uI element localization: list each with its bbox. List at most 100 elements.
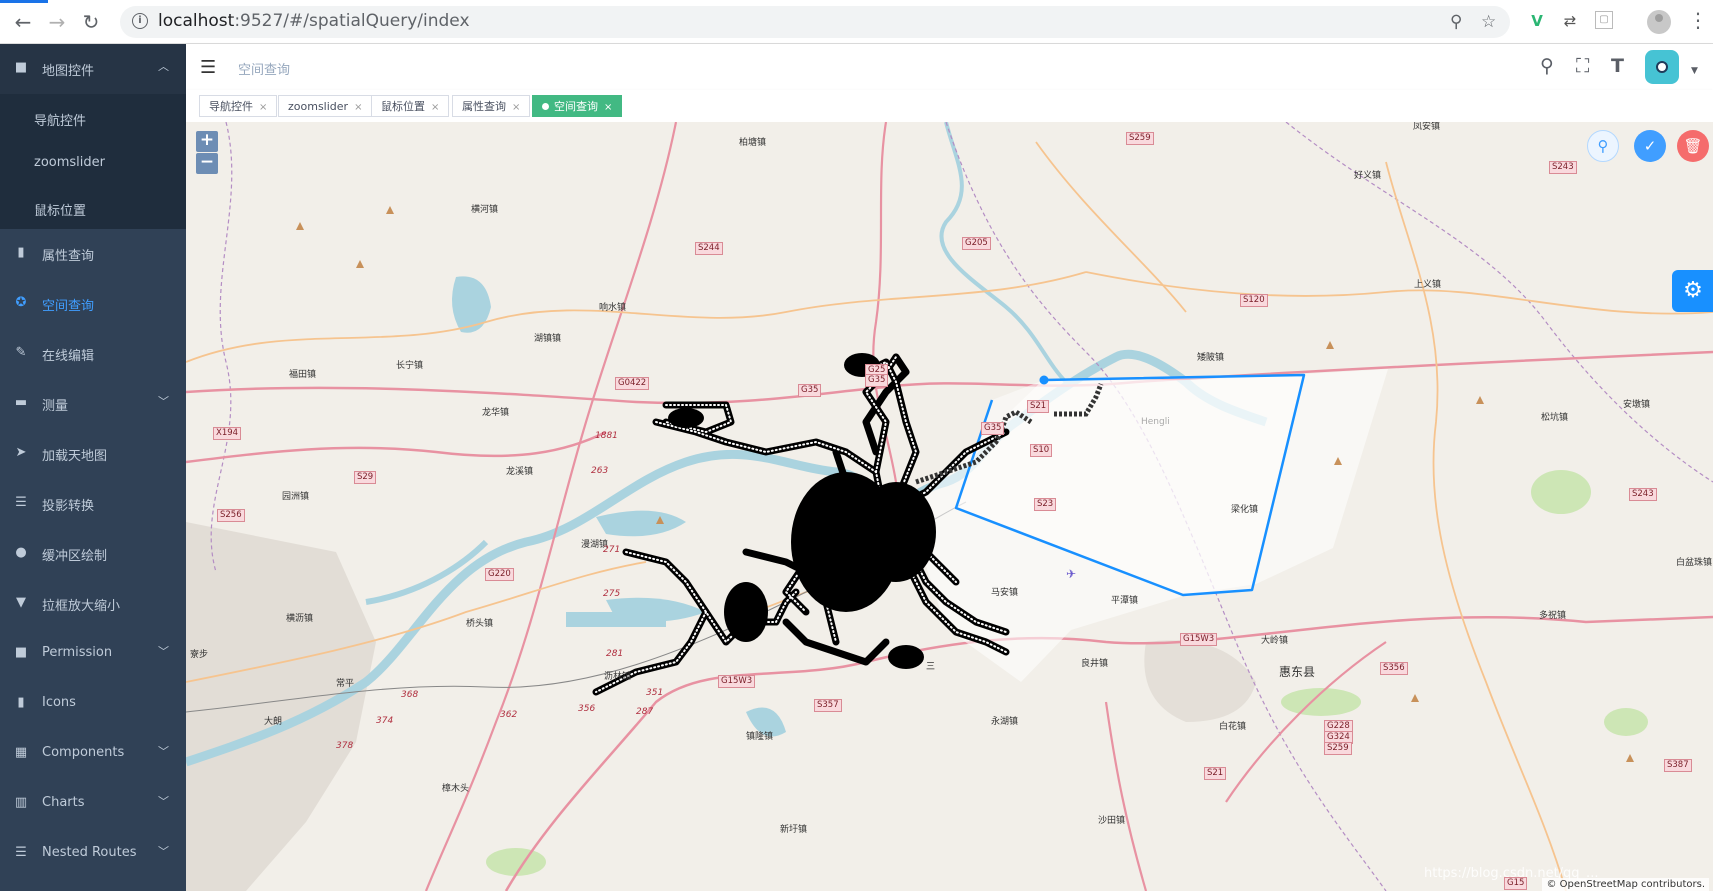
sidebar-item-online-edit[interactable]: ✎ 在线编辑 [0, 329, 186, 379]
sidebar-item-attribute-query[interactable]: ▮ 属性查询 [0, 229, 186, 279]
sidebar-item-buffer[interactable]: ● 缓冲区绘制 [0, 529, 186, 579]
translate-extension-icon[interactable]: ⇄ [1560, 11, 1580, 31]
reservoir [566, 612, 666, 627]
crosshair-icon: ✪ [15, 295, 27, 310]
sidebar-item-box-zoom[interactable]: ▼ 拉框放大缩小 [0, 579, 186, 629]
search-query-button[interactable]: ⚲ [1587, 130, 1619, 162]
info-icon: ▮ [17, 695, 25, 710]
map-canvas[interactable]: ✈ [186, 122, 1713, 891]
sidebar-item-spatial-query[interactable]: ✪ 空间查询 [0, 279, 186, 329]
reader-extension-icon[interactable]: ▢ [1595, 11, 1613, 29]
route-shield: S21 [1027, 400, 1050, 413]
site-info-icon[interactable]: i [132, 13, 148, 29]
route-number: 263 [591, 466, 609, 476]
map-attribution[interactable]: © OpenStreetMap contributors. [1542, 878, 1709, 891]
sidebar-item-permission[interactable]: ■ Permission ﹀ [0, 629, 186, 679]
road [1085, 271, 1713, 315]
caret-down-icon[interactable]: ▼ [1691, 66, 1698, 76]
tag-nav-control[interactable]: 导航控件 × [199, 95, 278, 117]
map-label: 横沥镇 [286, 614, 314, 624]
route-number: 351 [646, 688, 664, 698]
route-shield: S259 [1126, 132, 1154, 145]
user-icon: ● [15, 545, 27, 560]
route-shield: S244 [695, 242, 723, 255]
sidebar-item-map-controls[interactable]: ■ 地图控件 ︿ [0, 44, 186, 94]
sidebar-item-load-tianditu[interactable]: ➤ 加载天地图 [0, 429, 186, 479]
chevron-down-icon: ﹀ [158, 845, 169, 858]
browser-menu-icon[interactable]: ⋮ [1688, 8, 1708, 32]
tag-spatial-query[interactable]: 空间查询 × [532, 95, 623, 117]
river [939, 122, 1068, 384]
close-icon[interactable]: × [512, 102, 520, 113]
url-text[interactable]: localhost:9527/#/spatialQuery/index [158, 11, 470, 31]
route-shield: G220 [485, 568, 514, 581]
map-label: 上义镇 [1414, 280, 1442, 290]
submenu-item-zoomslider[interactable]: zoomslider [34, 155, 105, 170]
urban-area [1144, 640, 1256, 722]
route-number: 287 [636, 707, 654, 717]
profile-avatar-icon[interactable] [1647, 10, 1671, 34]
map-label: 平潭镇 [1111, 596, 1139, 606]
bookmark-star-icon[interactable]: ☆ [1481, 12, 1496, 32]
close-icon[interactable]: × [431, 102, 439, 113]
submenu-item-mouse-position[interactable]: 鼠标位置 [34, 200, 86, 219]
route-number: 362 [500, 710, 518, 720]
back-arrow-icon[interactable]: ← [10, 9, 36, 35]
settings-panel-toggle[interactable]: ⚙ [1672, 270, 1713, 312]
tag-zoomslider[interactable]: zoomslider × [278, 95, 373, 117]
zoom-in-button[interactable]: + [196, 131, 218, 152]
polygon-vertex-handle[interactable] [1039, 375, 1049, 385]
fullscreen-icon[interactable]: ⛶ [1576, 55, 1589, 77]
close-icon[interactable]: × [259, 102, 267, 113]
folder-icon: ▬ [14, 395, 28, 410]
zoom-magnifier-icon[interactable]: ⚲ [1450, 12, 1462, 32]
chevron-down-icon: ﹀ [158, 395, 169, 408]
map-label: 好义镇 [1354, 171, 1382, 181]
map-label: 松坑镇 [1541, 413, 1569, 423]
loading-indicator [0, 0, 48, 3]
tags-view: 导航控件 × zoomslider × 鼠标位置 × 属性查询 × 空间查询 × [186, 90, 1713, 123]
route-shield: G35 [981, 422, 1005, 435]
map-label: 长宁镇 [396, 361, 424, 371]
sidebar-item-components[interactable]: ▦ Components ﹀ [0, 729, 186, 779]
address-bar[interactable]: i localhost:9527/#/spatialQuery/index ⚲ … [120, 6, 1510, 38]
close-icon[interactable]: × [354, 102, 362, 113]
route-shield: S243 [1629, 488, 1657, 501]
trash-icon: 🗑 [1683, 137, 1703, 155]
close-icon[interactable]: × [604, 102, 612, 113]
tag-mouse-position[interactable]: 鼠标位置 × [371, 95, 450, 117]
confirm-button[interactable]: ✓ [1634, 130, 1666, 162]
sidebar-item-nested-routes[interactable]: ☰ Nested Routes ﹀ [0, 829, 186, 879]
sidebar-item-charts[interactable]: ▥ Charts ﹀ [0, 779, 186, 829]
search-icon[interactable]: ⚲ [1540, 55, 1554, 77]
map-viewport[interactable]: ✈ 柏塘镇 横河镇 响水镇 湖镇镇 福田镇 长宁镇 龙华镇 龙溪镇 园洲镇 横沥… [186, 122, 1713, 891]
map-label: 三 [926, 662, 936, 672]
route-number: 1881 [595, 431, 618, 441]
route-shield: G205 [962, 237, 991, 250]
font-size-icon[interactable]: T [1611, 55, 1624, 77]
zoom-out-button[interactable]: − [196, 153, 218, 174]
park-area [1531, 470, 1591, 514]
sidebar-item-projection[interactable]: ☰ 投影转换 [0, 479, 186, 529]
route-shield: S356 [1380, 662, 1408, 675]
sidebar-item-icons[interactable]: ▮ Icons [0, 679, 186, 729]
map-label: 响水镇 [599, 303, 627, 313]
sidebar-item-measure[interactable]: ▬ 测量 ﹀ [0, 379, 186, 429]
chevron-down-icon: ﹀ [158, 795, 169, 808]
delete-button[interactable]: 🗑 [1677, 130, 1709, 162]
chevron-down-icon: ﹀ [158, 645, 169, 658]
hamburger-menu-icon[interactable]: ☰ [200, 57, 216, 78]
map-label: 新圩镇 [780, 825, 808, 835]
tag-attribute-query[interactable]: 属性查询 × [452, 95, 531, 117]
submenu-item-nav-control[interactable]: 导航控件 [34, 110, 86, 129]
map-label: 多祝镇 [1539, 611, 1567, 621]
forward-arrow-icon[interactable]: → [44, 9, 70, 35]
map-label: 桥头镇 [466, 619, 494, 629]
airport-icon: ✈ [1066, 567, 1076, 581]
user-avatar[interactable] [1645, 50, 1679, 84]
admin-boundary [210, 122, 233, 573]
map-label: 马安镇 [991, 588, 1019, 598]
chevron-down-icon: ﹀ [158, 745, 169, 758]
vue-devtools-extension-icon[interactable]: V [1527, 11, 1547, 31]
reload-icon[interactable]: ↻ [78, 9, 104, 35]
